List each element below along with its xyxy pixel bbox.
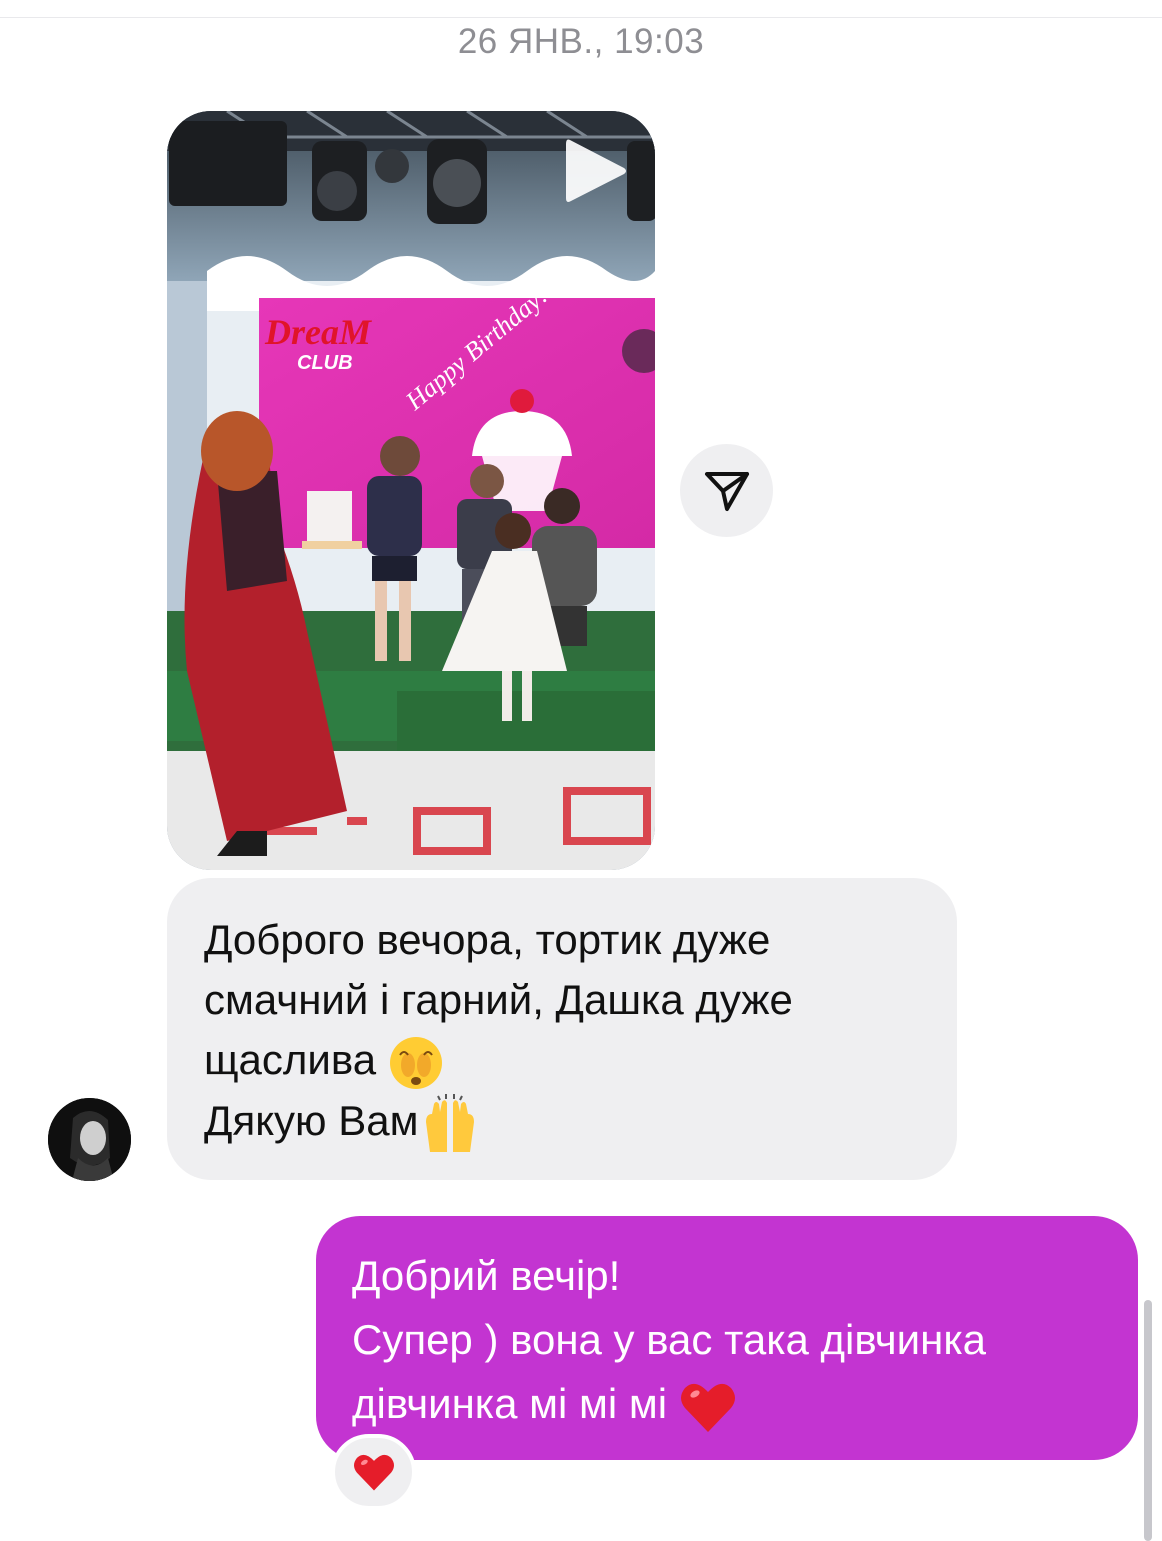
raising-hands-icon <box>426 1093 475 1152</box>
play-icon[interactable] <box>564 136 628 206</box>
red-heart-icon <box>680 1383 735 1432</box>
top-divider <box>0 17 1162 18</box>
outgoing-message-bubble[interactable]: Добрий вечір! Супер ) вона у вас така ді… <box>316 1216 1138 1460</box>
screen-club-text: CLUB <box>297 352 353 374</box>
outgoing-line-2: Супер ) вона у вас така дівчинка <box>352 1316 986 1363</box>
scrollbar[interactable] <box>1144 1300 1152 1541</box>
avatar-image <box>48 1098 131 1181</box>
video-thumbnail: DreaM CLUB Happy Birthday! <box>167 111 655 870</box>
outgoing-line-3: дівчинка мі мі мі <box>352 1372 1118 1436</box>
incoming-message-bubble[interactable]: Доброго вечора, тортик дуже смачний і га… <box>167 878 957 1180</box>
screen-brand-text: DreaM <box>264 312 373 352</box>
outgoing-line-1: Добрий вечір! <box>352 1252 621 1299</box>
face-with-hand-over-eyes-icon <box>389 1036 442 1089</box>
video-message[interactable]: DreaM CLUB Happy Birthday! <box>167 111 655 870</box>
share-button[interactable] <box>680 444 773 537</box>
message-timestamp: 26 ЯНВ., 19:03 <box>457 22 705 61</box>
chat-screen: 26 ЯНВ., 19:03 DreaM CLUB Happy Birthday… <box>0 0 1162 1541</box>
incoming-line-4-text: Дякую Вам <box>204 1096 419 1144</box>
incoming-line-1: Доброго вечора, тортик дуже <box>204 916 771 963</box>
paper-plane-icon <box>704 471 749 511</box>
incoming-line-2: смачний і гарний, Дашка дуже <box>204 976 793 1023</box>
outgoing-line-3-text: дівчинка мі мі мі <box>352 1380 679 1427</box>
incoming-line-4: Дякую Вам <box>204 1091 927 1154</box>
incoming-line-3-text: щаслива <box>204 1036 388 1083</box>
sender-avatar[interactable] <box>48 1098 131 1181</box>
message-reaction[interactable] <box>331 1434 416 1510</box>
incoming-line-3: щаслива <box>204 1030 927 1091</box>
red-heart-icon <box>353 1454 394 1491</box>
